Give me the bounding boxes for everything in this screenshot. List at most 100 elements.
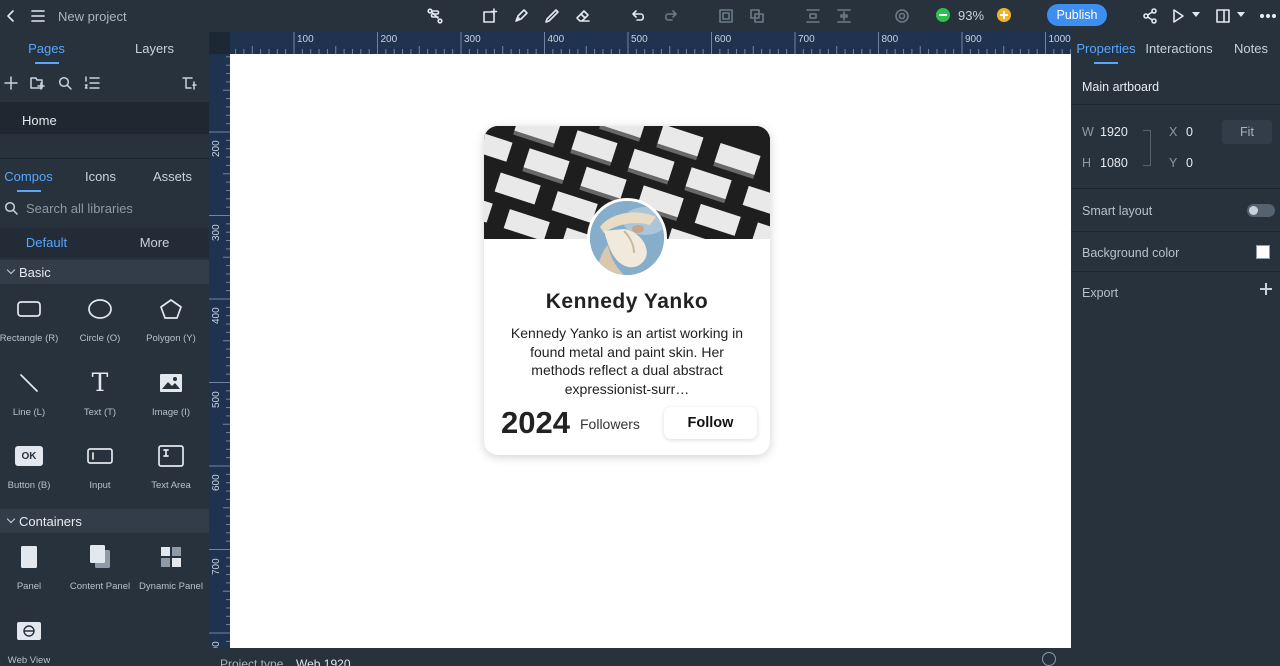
add-page-icon[interactable] bbox=[2, 74, 20, 92]
height-field[interactable]: 1080 bbox=[1100, 156, 1128, 170]
tab-pages[interactable]: Pages bbox=[0, 32, 93, 64]
zoom-level[interactable]: 93% bbox=[958, 8, 984, 23]
project-title[interactable]: New project bbox=[58, 9, 127, 24]
profile-card[interactable]: Kennedy Yanko Kennedy Yanko is an artist… bbox=[484, 126, 770, 455]
profile-bio[interactable]: Kennedy Yanko is an artist working in fo… bbox=[510, 324, 744, 398]
eraser-icon[interactable] bbox=[573, 6, 593, 26]
follow-button[interactable]: Follow bbox=[664, 407, 757, 439]
compo-button[interactable]: OK Button (B) bbox=[0, 442, 64, 512]
chevron-down-icon bbox=[6, 265, 16, 275]
compo-circle[interactable]: Circle (O) bbox=[65, 295, 135, 365]
project-type-select[interactable]: Web 1920 bbox=[296, 657, 351, 666]
y-field[interactable]: 0 bbox=[1186, 156, 1193, 170]
avatar[interactable] bbox=[587, 198, 667, 278]
tab-interactions[interactable]: Interactions bbox=[1143, 32, 1215, 64]
more-icon[interactable] bbox=[1258, 6, 1278, 26]
tab-layers[interactable]: Layers bbox=[108, 32, 201, 64]
section-title: Basic bbox=[19, 265, 51, 280]
redo-icon[interactable] bbox=[660, 6, 680, 26]
followers-label[interactable]: Followers bbox=[580, 416, 640, 432]
width-field[interactable]: 1920 bbox=[1100, 125, 1128, 139]
ruler-label: 200 bbox=[380, 34, 398, 45]
section-basic[interactable]: Basic bbox=[0, 260, 209, 284]
add-folder-icon[interactable] bbox=[29, 74, 47, 92]
library-search bbox=[0, 192, 209, 224]
tab-properties[interactable]: Properties bbox=[1076, 32, 1136, 64]
profile-name[interactable]: Kennedy Yanko bbox=[484, 290, 770, 314]
ruler-label: 800 bbox=[881, 34, 899, 45]
zoom-out-button[interactable] bbox=[936, 8, 950, 22]
x-field[interactable]: 0 bbox=[1186, 125, 1193, 139]
section-containers[interactable]: Containers bbox=[0, 509, 209, 533]
text-area-icon bbox=[157, 442, 185, 470]
connector-icon[interactable] bbox=[425, 6, 445, 26]
left-panel: Pages Layers Home Compos Icons Assets De… bbox=[0, 32, 209, 666]
add-export-icon[interactable] bbox=[1260, 282, 1274, 296]
background-color-swatch[interactable] bbox=[1256, 245, 1270, 259]
tab-icons[interactable]: Icons bbox=[72, 160, 129, 192]
section-title: Containers bbox=[19, 514, 82, 529]
back-icon[interactable] bbox=[1, 6, 21, 26]
compo-dynamic-panel[interactable]: Dynamic Panel bbox=[136, 543, 206, 613]
compo-polygon[interactable]: Polygon (Y) bbox=[136, 295, 206, 365]
search-input[interactable] bbox=[26, 199, 201, 217]
main-artboard[interactable]: Kennedy Yanko Kennedy Yanko is an artist… bbox=[230, 54, 1071, 648]
group-icon[interactable] bbox=[716, 6, 736, 26]
tab-notes[interactable]: Notes bbox=[1231, 32, 1271, 64]
compo-image[interactable]: Image (I) bbox=[136, 369, 206, 439]
search-pages-icon[interactable] bbox=[56, 74, 74, 92]
compo-web-view[interactable]: Web View bbox=[0, 617, 64, 666]
compass-icon[interactable] bbox=[1042, 652, 1056, 666]
followers-count[interactable]: 2024 bbox=[501, 405, 570, 441]
publish-button[interactable]: Publish bbox=[1047, 4, 1107, 26]
layout-options-chevron-icon[interactable] bbox=[1237, 12, 1245, 17]
width-label: W bbox=[1082, 125, 1094, 139]
distribute-vertical-icon[interactable] bbox=[834, 6, 854, 26]
fit-button[interactable]: Fit bbox=[1222, 120, 1272, 144]
library-segments: Default More bbox=[0, 228, 209, 258]
tab-compos[interactable]: Compos bbox=[0, 160, 57, 192]
undo-icon[interactable] bbox=[629, 6, 649, 26]
compo-label: Text (T) bbox=[83, 407, 117, 418]
button-icon: OK bbox=[15, 446, 43, 466]
right-panel: Properties Interactions Notes Main artbo… bbox=[1071, 32, 1280, 666]
segment-more[interactable]: More bbox=[108, 228, 201, 258]
tab-assets[interactable]: Assets bbox=[144, 160, 201, 192]
compo-text-area[interactable]: Text Area bbox=[136, 442, 206, 512]
settings-icon[interactable] bbox=[892, 6, 912, 26]
ruler-vertical[interactable]: 200300400500600700800 bbox=[209, 54, 230, 658]
play-options-chevron-icon[interactable] bbox=[1192, 12, 1200, 17]
page-item-home[interactable]: Home bbox=[0, 102, 209, 134]
distribute-horizontal-icon[interactable] bbox=[803, 6, 823, 26]
compo-text[interactable]: T Text (T) bbox=[65, 369, 135, 439]
play-icon[interactable] bbox=[1168, 6, 1188, 26]
compo-line[interactable]: Line (L) bbox=[0, 369, 64, 439]
share-icon[interactable] bbox=[1140, 6, 1160, 26]
ruler-horizontal[interactable]: 100 200 300 400 500 600 700 800 900 1000 bbox=[230, 32, 1071, 54]
sort-list-icon[interactable] bbox=[83, 74, 101, 92]
constrain-proportions-icon[interactable] bbox=[1143, 130, 1151, 166]
pencil-icon[interactable] bbox=[542, 6, 562, 26]
divider bbox=[0, 158, 209, 159]
ruler-label: 500 bbox=[631, 34, 648, 45]
canvas-area[interactable]: 100 200 300 400 500 600 700 800 900 1000 200 300 40… bbox=[209, 32, 1071, 666]
segment-default[interactable]: Default bbox=[0, 228, 93, 258]
add-artboard-icon[interactable] bbox=[480, 6, 500, 26]
compo-content-panel[interactable]: Content Panel bbox=[65, 543, 135, 613]
chevron-down-icon bbox=[6, 514, 16, 524]
compo-panel[interactable]: Panel bbox=[0, 543, 64, 613]
smart-layout-toggle[interactable] bbox=[1247, 204, 1275, 217]
ruler-label: 900 bbox=[965, 34, 982, 45]
zoom-in-button[interactable] bbox=[997, 8, 1011, 22]
compo-input[interactable]: Input bbox=[65, 442, 135, 512]
menu-icon[interactable] bbox=[28, 6, 48, 26]
compo-rectangle[interactable]: Rectangle (R) bbox=[0, 295, 64, 365]
ungroup-icon[interactable] bbox=[747, 6, 767, 26]
export-label: Export bbox=[1082, 286, 1119, 300]
pen-icon[interactable] bbox=[511, 6, 531, 26]
page-settings-icon[interactable] bbox=[181, 74, 199, 92]
background-color-label: Background color bbox=[1082, 246, 1180, 260]
panel-layout-icon[interactable] bbox=[1213, 6, 1233, 26]
compo-label: Button (B) bbox=[7, 480, 51, 491]
compo-label: Rectangle (R) bbox=[0, 333, 59, 344]
